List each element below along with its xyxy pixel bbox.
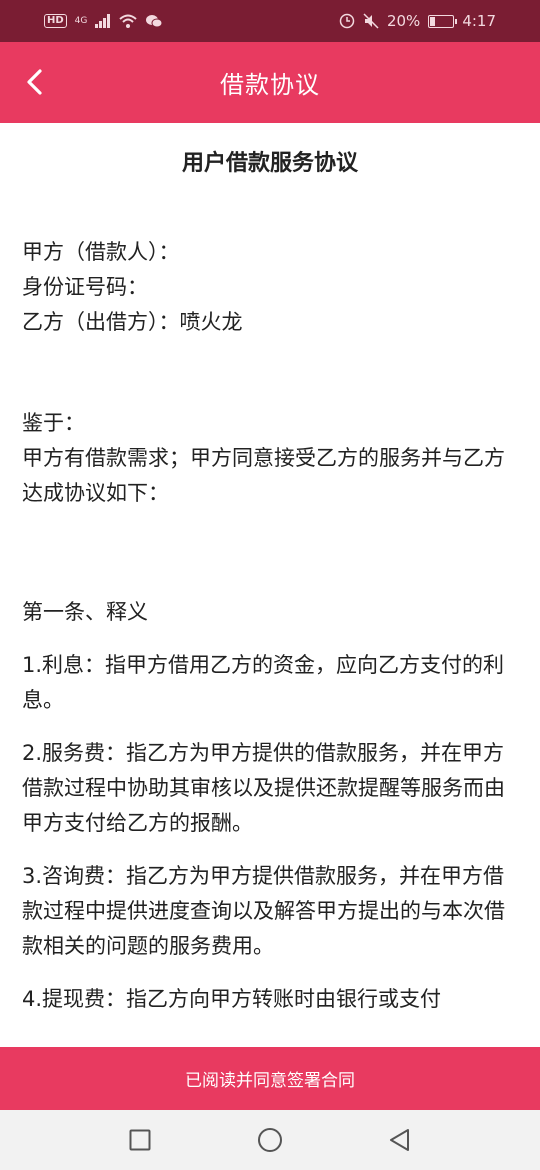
alarm-icon: [339, 13, 355, 29]
triangle-back-icon: [390, 1129, 409, 1151]
status-time: 4:17: [462, 12, 496, 30]
party-a-line: 甲方（借款人）：: [22, 240, 180, 264]
nav-bar: 借款协议: [0, 42, 540, 123]
battery-percent: 20%: [386, 12, 421, 30]
wechat-icon: [146, 15, 163, 28]
square-icon: [129, 1129, 151, 1151]
status-right: 20% 4:17: [339, 12, 496, 30]
document-title: 用户借款服务协议: [181, 151, 358, 176]
agreement-content[interactable]: 用户借款服务协议 甲方（借款人）： 身份证号码： 乙方（出借方）：喷火龙 鉴于：…: [0, 123, 540, 1047]
status-bar: HD 4G 20% 4:17: [0, 0, 540, 42]
network-label: 4G: [74, 16, 88, 26]
recent-apps-button[interactable]: [120, 1120, 160, 1160]
signal-icon: [95, 14, 111, 28]
clause-service-fee: 2.服务费：指乙方为甲方提供的借款服务，并在甲方借款过程中协助其审核以及提供还款…: [22, 741, 505, 835]
mute-icon: [363, 13, 379, 29]
status-left: HD 4G: [44, 14, 163, 28]
battery-fill: [430, 16, 436, 26]
clause-consulting-fee: 3.咨询费：指乙方为甲方提供借款服务，并在甲方借款过程中提供进度查询以及解答甲方…: [22, 864, 505, 958]
id-number-line: 身份证号码：: [22, 275, 148, 299]
clause-interest: 1.利息：指甲方借用乙方的资金，应向乙方支付的利息。: [22, 653, 505, 712]
agree-sign-button[interactable]: 已阅读并同意签署合同: [0, 1047, 540, 1110]
whereas-text: 甲方有借款需求；甲方同意接受乙方的服务并与乙方达成协议如下：: [22, 446, 505, 505]
chevron-left-icon: [27, 69, 42, 95]
battery-icon: [428, 14, 458, 28]
circle-icon: [258, 1128, 282, 1152]
whereas-heading: 鉴于：: [22, 411, 85, 435]
article1-title: 第一条、释义: [22, 600, 148, 624]
page-title: 借款协议: [220, 71, 320, 99]
back-button[interactable]: [14, 62, 54, 102]
hd-icon: HD: [44, 14, 67, 28]
wifi-icon: [119, 14, 138, 28]
system-back-button[interactable]: [380, 1120, 420, 1160]
system-nav-bar: [0, 1110, 540, 1170]
home-button[interactable]: [250, 1120, 290, 1160]
party-b-line: 乙方（出借方）：喷火龙: [22, 310, 243, 334]
clause-withdrawal-fee: 4.提现费：指乙方向甲方转账时由银行或支付: [22, 987, 442, 1011]
